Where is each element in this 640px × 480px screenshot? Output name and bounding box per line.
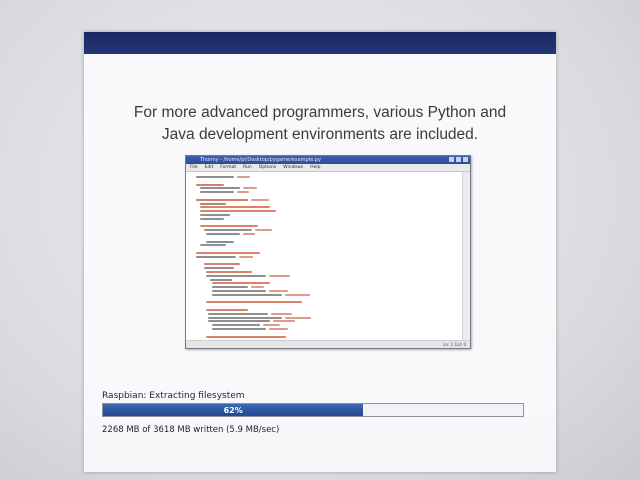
code-line — [212, 282, 270, 285]
code-line — [208, 312, 268, 315]
code-line — [206, 309, 248, 311]
code-line — [212, 286, 248, 289]
minimize-icon — [449, 157, 454, 162]
code-line — [196, 183, 224, 186]
code-line — [204, 263, 240, 266]
ide-menubar: File Edit Format Run Options Windows Hel… — [186, 164, 470, 172]
ide-cursor-position: Ln: 1 Col: 0 — [443, 342, 466, 347]
ide-code-editor — [186, 172, 462, 340]
code-line — [208, 320, 270, 323]
code-line — [200, 202, 226, 205]
code-line — [212, 293, 282, 296]
code-line — [200, 187, 240, 190]
code-line — [212, 290, 266, 292]
maximize-icon — [456, 157, 461, 162]
code-token — [251, 286, 264, 289]
code-line — [206, 233, 240, 235]
code-line — [200, 225, 258, 228]
ide-menu-format: Format — [220, 165, 237, 170]
code-token — [251, 198, 269, 201]
ide-menu-run: Run — [243, 165, 252, 170]
ide-statusbar: Ln: 1 Col: 0 — [186, 340, 470, 348]
slide-caption: For more advanced programmers, various P… — [100, 102, 540, 146]
install-status-label: Raspbian: Extracting filesystem — [102, 391, 245, 401]
code-line — [210, 278, 232, 281]
code-token — [269, 328, 288, 330]
ide-window-buttons — [449, 157, 468, 162]
code-line — [200, 244, 226, 247]
code-token — [273, 320, 295, 323]
code-line — [200, 217, 224, 220]
ide-menu-edit: Edit — [204, 165, 214, 170]
ide-menu-help: Help — [310, 165, 321, 170]
ide-menu-file: File — [190, 165, 198, 170]
code-line — [212, 324, 260, 327]
code-line — [196, 176, 234, 178]
code-line — [200, 191, 234, 194]
ide-title: Thonny - /home/pi/Desktop/pygame/example… — [200, 157, 321, 163]
code-line — [208, 316, 282, 319]
code-token — [255, 229, 272, 232]
code-token — [239, 255, 253, 258]
code-line — [206, 335, 286, 338]
code-line — [200, 214, 230, 216]
ide-menu-options: Options — [258, 165, 277, 170]
code-token — [243, 233, 255, 235]
slide-caption-line-2: Java development environments are includ… — [161, 126, 479, 143]
code-token — [237, 191, 249, 194]
code-line — [200, 210, 276, 213]
install-progress-bar: 62% — [102, 403, 524, 417]
code-line — [212, 328, 266, 330]
progress-percent-label: 62% — [223, 405, 243, 415]
code-line — [204, 229, 252, 232]
code-line — [200, 206, 270, 209]
code-line — [196, 252, 260, 254]
code-line — [196, 255, 236, 258]
code-line — [206, 271, 252, 273]
slide-caption-line-1: For more advanced programmers, various P… — [133, 104, 507, 121]
ide-titlebar: Thonny - /home/pi/Desktop/pygame/example… — [186, 156, 470, 164]
code-token — [243, 187, 257, 190]
code-token — [269, 290, 288, 292]
code-line — [206, 274, 266, 277]
code-line — [206, 240, 234, 243]
ide-screenshot-image: Thonny - /home/pi/Desktop/pygame/example… — [185, 155, 471, 349]
code-line — [196, 198, 248, 201]
ide-menu-windows: Windows — [283, 165, 304, 170]
ide-scrollbar — [462, 172, 470, 340]
window-title-strip — [84, 32, 556, 54]
close-icon — [463, 157, 468, 162]
code-token — [263, 324, 280, 327]
code-token — [237, 176, 250, 178]
code-token — [271, 312, 292, 315]
code-line — [206, 301, 302, 304]
code-token — [285, 316, 311, 319]
bytes-written-label: 2268 MB of 3618 MB written (5.9 MB/sec) — [102, 425, 280, 435]
code-line — [204, 267, 234, 270]
code-token — [269, 274, 290, 277]
code-token — [285, 293, 310, 296]
